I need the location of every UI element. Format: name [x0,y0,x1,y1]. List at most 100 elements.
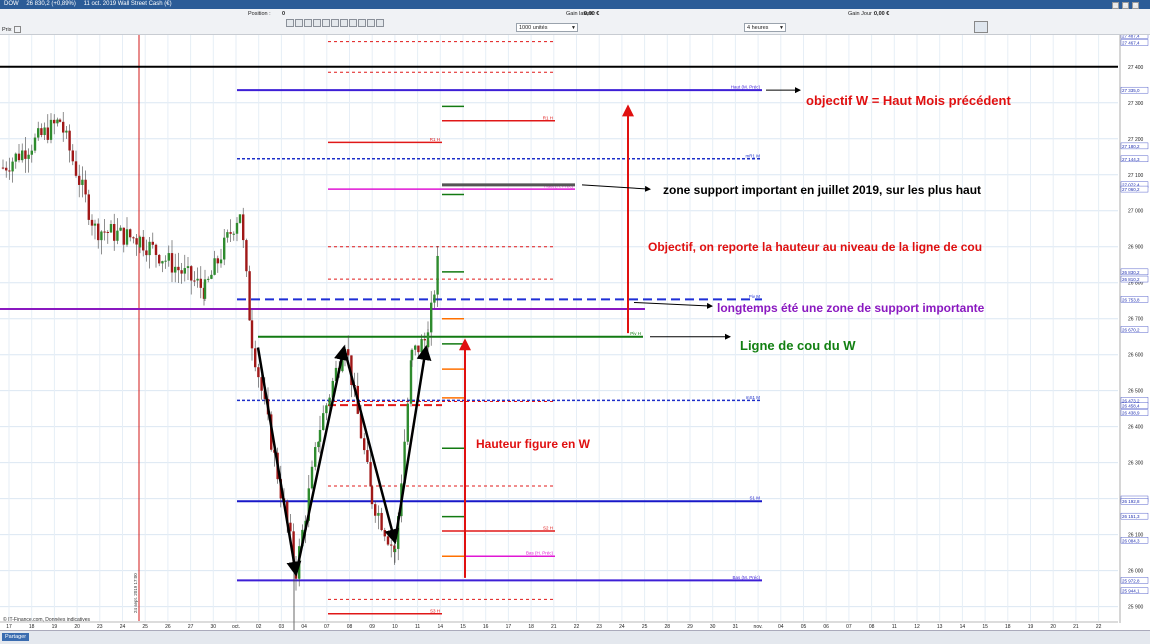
candle-body [223,237,226,260]
share-button[interactable]: Partager [2,633,30,641]
candle-body [423,339,426,341]
candle-body [17,153,21,161]
order-button[interactable] [304,19,312,27]
y-tick-label: 27 300 [1128,101,1144,107]
y-tick-label: 26 000 [1128,569,1144,575]
candle-body [322,413,325,430]
candle-body [145,250,148,256]
title-bar: DOW 26 830,2 (+0,89%) 11 oct. 2019 Wall … [0,0,1150,9]
candle-body [374,504,377,516]
position-value: 0 [282,11,286,17]
price-tag-label: 27 060,2 [1122,187,1140,192]
price-tag-label: 27 335,0 [1122,88,1140,93]
order-button[interactable] [313,19,321,27]
candle-body [106,231,109,233]
candle-body [410,349,414,361]
order-buttons [286,19,384,27]
y-tick-label: 25 900 [1128,605,1144,611]
y-tick-label: 27 400 [1128,65,1144,71]
price-tag-label: 26 753,8 [1122,297,1140,302]
candle-body [56,119,59,124]
order-button[interactable] [349,19,357,27]
units-select[interactable]: 1000 unités ▼ [516,23,578,32]
candle-body [383,530,386,537]
title-description: 11 oct. 2019 Wall Street Cash (€) [83,1,172,7]
candle-body [40,128,43,136]
title-price: 26 830,2 (+0,89%) [26,1,76,7]
y-tick-label: 26 300 [1128,461,1144,467]
candle-body [87,194,90,220]
indicator-line-label: S1 M [749,496,760,501]
minimize-button[interactable]: _ [1112,2,1119,9]
candle-body [347,349,350,356]
candle-body [426,332,430,348]
candle-body [5,167,8,171]
candle-body [193,280,196,282]
candle-body [314,447,317,467]
gain-latent-value: 0,00 € [584,11,600,17]
candle-body [74,161,78,176]
candle-body [30,150,33,155]
y-tick-label: 27 200 [1128,137,1144,143]
candle-body [14,153,17,162]
order-button[interactable] [358,19,366,27]
candle-body [68,130,71,151]
price-tag-label: 26 192,8 [1122,499,1140,504]
candle-body [406,403,409,442]
price-tag-label: 27 467,4 [1122,41,1140,46]
candle-body [62,121,65,133]
price-toggle[interactable] [14,26,21,33]
candle-body [81,179,84,185]
candle-body [325,405,328,414]
candle-body [138,236,142,248]
indicator-line-label: Piv M [749,294,761,299]
chart-settings-icon[interactable] [974,21,988,33]
candle-body [167,253,170,261]
price-chart[interactable]: 24 sept. 2019 17:00 Haut (M. Préc) mR1 M H… [0,35,1150,644]
candle-body [135,238,138,245]
candle-body [158,254,161,264]
price-tag-label: 25 944,1 [1122,589,1140,594]
y-tick-label: 26 400 [1128,425,1144,431]
close-button[interactable]: × [1132,2,1139,9]
candle-body [390,544,393,546]
candle-body [113,224,116,241]
candle-body [109,224,113,233]
interval-select[interactable]: 4 heures ▼ [744,23,786,32]
price-tag-label: 26 084,3 [1122,538,1140,543]
candle-body [177,266,180,271]
order-button[interactable] [286,19,294,27]
order-button[interactable] [295,19,303,27]
candle-body [213,258,216,275]
candle-body [97,223,100,241]
candle-body [174,266,177,273]
candle-body [393,548,397,553]
candle-body [196,278,199,281]
candle-body [11,161,14,172]
price-tag-label: 26 151,3 [1122,514,1140,519]
indicator-line-label: Piv H [630,331,641,336]
trading-toolbar: Position : 0 Gain latent : 0,00 € Gain J… [0,9,1150,35]
order-button[interactable] [367,19,375,27]
order-button[interactable] [340,19,348,27]
candle-body [1,167,5,169]
candle-body [116,230,119,241]
candle-body [210,274,213,279]
candle-body [148,241,151,256]
order-button[interactable] [322,19,330,27]
chevron-down-icon: ▼ [779,25,784,31]
candle-body [242,214,245,241]
candle-body [24,150,27,159]
maximize-button[interactable]: □ [1122,2,1129,9]
order-button[interactable] [376,19,384,27]
date-marker-label: 24 sept. 2019 17:00 [133,573,138,613]
candle-body [129,229,132,238]
candle-body [183,268,186,274]
candle-body [436,255,439,295]
candle-body [186,266,190,269]
indicator-line-label: Haut (M. Préc) [731,85,761,90]
data-source-footer: © IT-Finance.com, Données indicatives [3,617,91,623]
candle-body [53,119,56,124]
annotation-objectif-w: objectif W = Haut Mois précédent [806,93,1011,108]
order-button[interactable] [331,19,339,27]
